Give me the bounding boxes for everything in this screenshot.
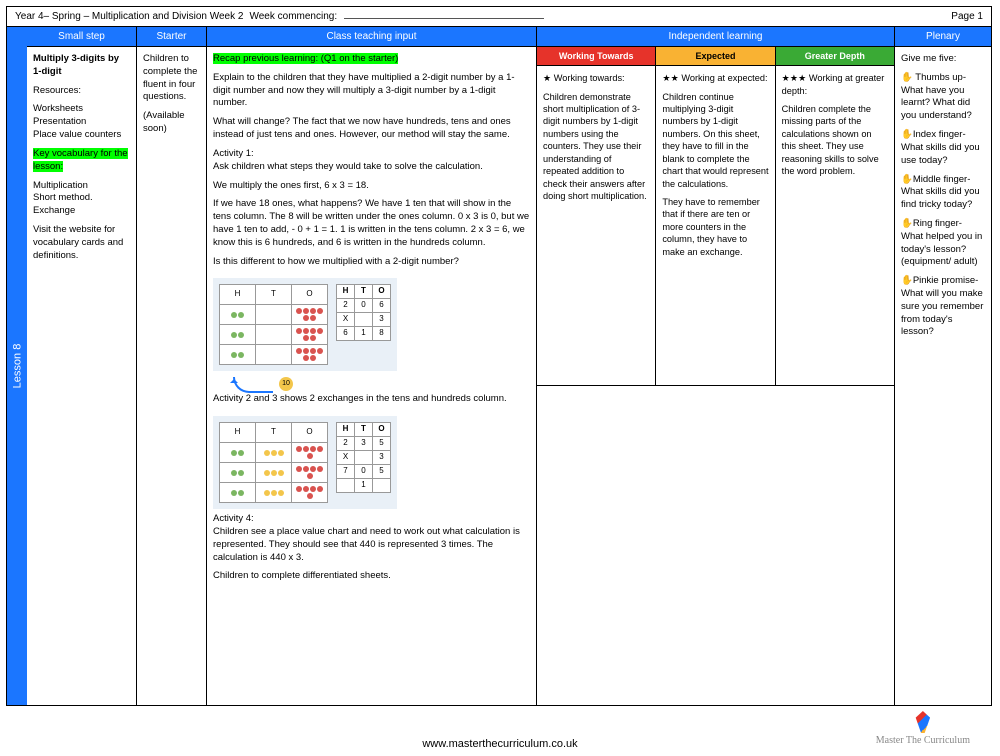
col-teaching: Class teaching input xyxy=(207,27,537,47)
d1-top-t: 0 xyxy=(355,299,373,313)
d1-mult-x: X xyxy=(337,313,355,327)
starter-line2: (Available soon) xyxy=(143,110,200,136)
week-commencing-blank xyxy=(344,18,544,19)
activity1-q: Ask children what steps they would take … xyxy=(213,161,483,172)
plenary-index: ✋Index finger- What skills did you use t… xyxy=(901,129,985,167)
page-number: Page 1 xyxy=(951,11,983,22)
lesson-tab: Lesson 8 xyxy=(7,27,27,705)
pv-diagram-2: HTO HTO 235 X3 705 1 xyxy=(213,416,397,509)
d1c-o: O xyxy=(373,285,391,299)
footer-url: www.masterthecurriculum.co.uk xyxy=(0,738,1000,750)
ex-header: Expected xyxy=(656,47,775,66)
d1-top-h: 2 xyxy=(337,299,355,313)
d2-cr-h xyxy=(337,479,355,493)
d2-cr-t: 1 xyxy=(355,479,373,493)
d2-ans-t: 0 xyxy=(355,465,373,479)
ex-title: ★★ Working at expected: xyxy=(662,72,768,84)
starter-line1: Children to complete the fluent in four … xyxy=(143,53,200,104)
ex-body: Children continue multiplying 3-digit nu… xyxy=(662,91,768,190)
d2-mult-t xyxy=(355,451,373,465)
plenary-pinkie: ✋Pinkie promise- What will you make sure… xyxy=(901,275,985,339)
brand-text: Master The Curriculum xyxy=(876,735,970,746)
activity4-body: Children see a place value chart and nee… xyxy=(213,526,520,563)
resources-list: Worksheets Presentation Place value coun… xyxy=(33,103,130,141)
d1-mult-t xyxy=(355,313,373,327)
plenary-thumb: ✋ Thumbs up- What have you learnt? What … xyxy=(901,72,985,123)
activity1-label: Activity 1: xyxy=(213,148,254,159)
d2c-o: O xyxy=(373,423,391,437)
col-starter: Starter xyxy=(137,27,207,47)
d2-ans-h: 7 xyxy=(337,465,355,479)
d2-mult-x: X xyxy=(337,451,355,465)
d2c-h: H xyxy=(337,423,355,437)
d2-top-h: 2 xyxy=(337,437,355,451)
plenary-ring: ✋Ring finger- What helped you in today's… xyxy=(901,218,985,269)
d2-o: O xyxy=(292,423,328,443)
doc-title: Year 4– Spring – Multiplication and Divi… xyxy=(15,11,243,22)
activity4-label: Activity 4: xyxy=(213,513,254,524)
d2-mult-o: 3 xyxy=(373,451,391,465)
wt-body: Children demonstrate short multiplicatio… xyxy=(543,91,649,203)
d1-t: T xyxy=(256,285,292,305)
teaching-p5: Is this different to how we multiplied w… xyxy=(213,256,530,269)
d1-mult-o: 3 xyxy=(373,313,391,327)
d2-top-t: 3 xyxy=(355,437,373,451)
small-step-cell: Multiply 3-digits by 1-digit Resources: … xyxy=(27,47,137,705)
page-header: Year 4– Spring – Multiplication and Divi… xyxy=(7,7,991,27)
exchange-arrow-icon xyxy=(233,377,273,393)
d1-top-o: 6 xyxy=(373,299,391,313)
d2-h: H xyxy=(220,423,256,443)
teaching-p3: We multiply the ones first, 6 x 3 = 18. xyxy=(213,180,530,193)
ex-cell: ★★ Working at expected: Children continu… xyxy=(656,66,775,385)
col-independent: Independent learning xyxy=(537,27,895,47)
gd-title: ★★★ Working at greater depth: xyxy=(782,72,888,97)
resources-label: Resources: xyxy=(33,85,130,98)
recap-highlight: Recap previous learning: (Q1 on the star… xyxy=(213,53,398,64)
vocab-label: Key vocabulary for the lesson: xyxy=(33,148,128,172)
teaching-p2: What will change? The fact that we now h… xyxy=(213,116,530,142)
teaching-p7: Children to complete differentiated shee… xyxy=(213,570,530,583)
wt-title: ★ Working towards: xyxy=(543,72,649,84)
d2-cr-o xyxy=(373,479,391,493)
lesson-plan-page: Year 4– Spring – Multiplication and Divi… xyxy=(6,6,992,706)
column-headers: Small step Starter Class teaching input … xyxy=(27,27,991,47)
d1c-t: T xyxy=(355,285,373,299)
gd-header: Greater Depth xyxy=(776,47,894,66)
ex-body2: They have to remember that if there are … xyxy=(662,196,768,258)
d1-ans-t: 1 xyxy=(355,327,373,341)
d1c-h: H xyxy=(337,285,355,299)
d1-ans-o: 8 xyxy=(373,327,391,341)
lesson-tab-label: Lesson 8 xyxy=(11,344,23,389)
d2-ans-o: 5 xyxy=(373,465,391,479)
d1-ans-h: 6 xyxy=(337,327,355,341)
independent-cell: Working Towards Expected Greater Depth ★… xyxy=(537,47,895,705)
brand-logo: Master The Curriculum xyxy=(876,711,970,746)
d2-t: T xyxy=(256,423,292,443)
pv-diagram-1: HTO HTO 206 X3 618 xyxy=(213,278,397,371)
col-plenary: Plenary xyxy=(895,27,991,47)
teaching-p4: If we have 18 ones, what happens? We hav… xyxy=(213,198,530,249)
wt-header: Working Towards xyxy=(537,47,656,66)
col-small-step: Small step xyxy=(27,27,137,47)
teaching-p6: Activity 2 and 3 shows 2 exchanges in th… xyxy=(213,393,530,406)
carry-badge: 10 xyxy=(279,377,293,391)
plenary-cell: Give me five: ✋ Thumbs up- What have you… xyxy=(895,47,991,705)
small-step-title: Multiply 3-digits by 1-digit xyxy=(33,53,130,79)
d1-h: H xyxy=(220,285,256,305)
d2c-t: T xyxy=(355,423,373,437)
wt-cell: ★ Working towards: Children demonstrate … xyxy=(537,66,656,385)
vocab-note: Visit the website for vocabulary cards a… xyxy=(33,224,130,262)
d2-top-o: 5 xyxy=(373,437,391,451)
teaching-cell: Recap previous learning: (Q1 on the star… xyxy=(207,47,537,705)
vocab-list: Multiplication Short method. Exchange xyxy=(33,180,130,218)
gd-body: Children complete the missing parts of t… xyxy=(782,103,888,178)
teaching-p1: Explain to the children that they have m… xyxy=(213,72,530,110)
d1-o: O xyxy=(292,285,328,305)
plenary-intro: Give me five: xyxy=(901,53,985,66)
plenary-middle: ✋Middle finger- What skills did you find… xyxy=(901,174,985,212)
gd-cell: ★★★ Working at greater depth: Children c… xyxy=(776,66,894,385)
week-commencing-label: Week commencing: xyxy=(249,11,337,22)
starter-cell: Children to complete the fluent in four … xyxy=(137,47,207,705)
